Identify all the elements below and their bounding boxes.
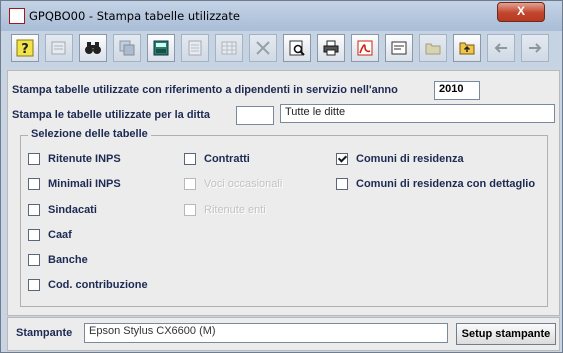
checkbox-box[interactable] [28, 254, 40, 266]
previous-button[interactable] [487, 34, 515, 62]
svg-text:?: ? [21, 42, 29, 57]
delete-icon [256, 41, 270, 55]
search-button[interactable] [79, 34, 107, 62]
checkbox-label: Comuni di residenza con dettaglio [356, 178, 536, 190]
arrow-left-icon [494, 43, 507, 53]
checkbox-label: Ritenute INPS [48, 153, 121, 165]
document-icon [188, 40, 202, 56]
grid-button[interactable] [215, 34, 243, 62]
printer-label: Stampante [16, 327, 73, 339]
form-button[interactable] [385, 34, 413, 62]
checkbox-label: Sindacati [48, 204, 97, 216]
checkbox-caaf[interactable]: Caaf [28, 229, 72, 241]
checkbox-ritenute-inps[interactable]: Ritenute INPS [28, 153, 121, 165]
calculator-button[interactable] [147, 34, 175, 62]
checkbox-label: Voci occasionali [204, 178, 283, 190]
checkbox-label: Contratti [204, 153, 250, 165]
title-bar[interactable]: GPQBO00 - Stampa tabelle utilizzate X [1, 1, 562, 31]
calculator-icon [153, 40, 169, 56]
checkbox-box[interactable] [28, 229, 40, 241]
checkbox-box[interactable] [28, 204, 40, 216]
open-folder-icon [425, 43, 441, 55]
toolbar: ? [5, 31, 560, 67]
binoculars-search-icon [85, 42, 101, 54]
properties-button[interactable] [45, 34, 73, 62]
help-button[interactable]: ? [11, 34, 39, 62]
checkbox-voci-occasionali: Voci occasionali [184, 178, 282, 190]
year-label: Stampa tabelle utilizzate con riferiment… [12, 84, 398, 96]
pdf-button[interactable] [351, 34, 379, 62]
company-code-input[interactable] [236, 106, 274, 125]
checkbox-box[interactable] [28, 178, 40, 190]
main-panel: Stampa tabelle utilizzate con riferiment… [7, 70, 560, 316]
year-input[interactable]: 2010 [434, 81, 480, 100]
group-legend: Selezione delle tabelle [28, 128, 151, 140]
company-label: Stampa le tabelle utilizzate per la ditt… [12, 109, 211, 121]
pdf-icon [357, 40, 373, 56]
properties-icon [51, 41, 66, 55]
checkbox-cod-contribuzione[interactable]: Cod. contribuzione [28, 279, 148, 291]
delete-button[interactable] [249, 34, 277, 62]
checkbox-label: Cod. contribuzione [48, 279, 148, 291]
printer-icon [323, 40, 339, 56]
printer-bar: Stampante Epson Stylus CX6600 (M) Setup … [7, 317, 560, 351]
checkbox-label: Ritenute enti [204, 204, 266, 216]
checkbox-box[interactable] [28, 153, 40, 165]
checkbox-label: Comuni di residenza [356, 153, 464, 165]
arrow-right-icon [529, 43, 542, 53]
open-folder-button[interactable] [419, 34, 447, 62]
copy-record-icon [119, 40, 135, 56]
checkbox-banche[interactable]: Banche [28, 254, 88, 266]
document-button[interactable] [181, 34, 209, 62]
print-preview-button[interactable] [283, 34, 311, 62]
grid-icon [221, 41, 237, 55]
print-preview-icon [289, 40, 305, 56]
checkbox-sindacati[interactable]: Sindacati [28, 204, 97, 216]
checkbox-comuni-residenza[interactable]: Comuni di residenza [336, 153, 464, 165]
up-folder-icon [459, 42, 475, 55]
checkbox-box[interactable] [184, 153, 196, 165]
up-folder-button[interactable] [453, 34, 481, 62]
checkbox-box[interactable] [28, 279, 40, 291]
checkbox-label: Banche [48, 254, 88, 266]
checkbox-ritenute-enti: Ritenute enti [184, 204, 266, 216]
checkbox-minimali-inps[interactable]: Minimali INPS [28, 178, 121, 190]
company-name-input[interactable]: Tutte le ditte [280, 104, 555, 123]
app-icon [9, 8, 25, 24]
help-icon: ? [16, 39, 34, 57]
checkbox-contratti[interactable]: Contratti [184, 153, 250, 165]
checkbox-box-checked[interactable] [336, 153, 348, 165]
next-button[interactable] [521, 34, 549, 62]
checkbox-label: Caaf [48, 229, 72, 241]
checkbox-box[interactable] [336, 178, 348, 190]
copy-record-button[interactable] [113, 34, 141, 62]
window-title: GPQBO00 - Stampa tabelle utilizzate [29, 9, 240, 23]
checkbox-comuni-residenza-dettaglio[interactable]: Comuni di residenza con dettaglio [336, 178, 535, 190]
close-button[interactable]: X [497, 2, 545, 22]
printer-field[interactable]: Epson Stylus CX6600 (M) [84, 323, 448, 343]
print-button[interactable] [317, 34, 345, 62]
setup-printer-button[interactable]: Setup stampante [456, 323, 556, 345]
checkbox-label: Minimali INPS [48, 178, 121, 190]
checkbox-box [184, 204, 196, 216]
form-icon [391, 41, 407, 55]
application-window: GPQBO00 - Stampa tabelle utilizzate X ? [0, 0, 563, 353]
checkbox-box [184, 178, 196, 190]
